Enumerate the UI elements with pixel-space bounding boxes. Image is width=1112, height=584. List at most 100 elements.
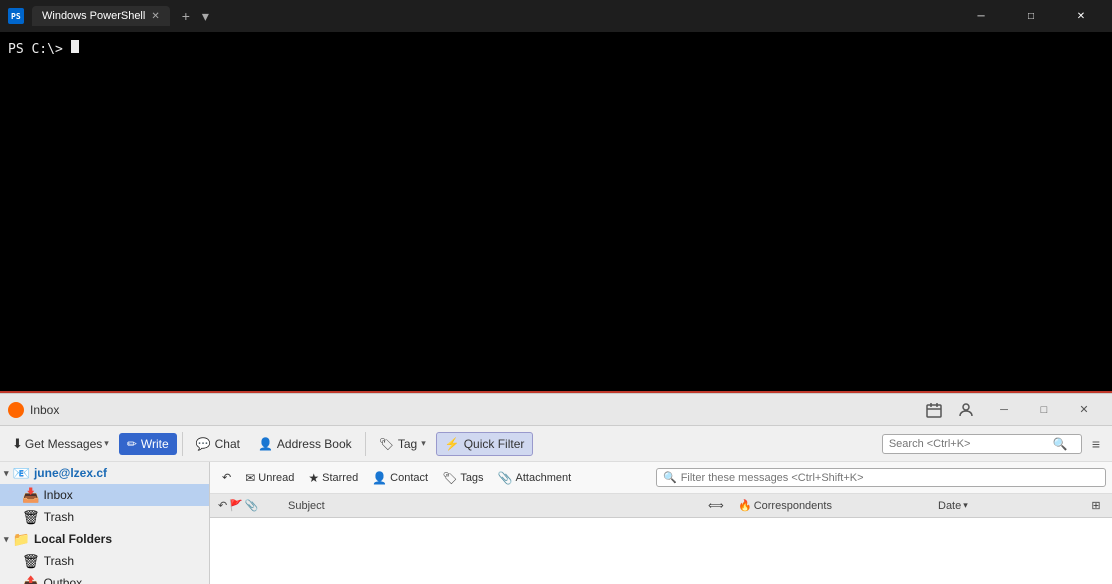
ps-maximize-button[interactable]: □ <box>1008 0 1054 32</box>
ps-content[interactable]: PS C:\> <box>0 32 1112 391</box>
search-input[interactable] <box>889 438 1049 450</box>
unread-icon: ✉ <box>245 471 255 485</box>
ps-tab[interactable]: Windows PowerShell ✕ <box>32 6 170 26</box>
tag-icon: 🏷 <box>379 437 394 451</box>
email-client: Inbox ─ □ ✕ ⬇ Get Messages ▾ ✏ Write <box>0 393 1112 584</box>
tag-button[interactable]: 🏷 Tag ▾ <box>371 433 434 455</box>
get-messages-label: Get Messages <box>25 437 102 451</box>
sidebar-local-folders[interactable]: ▾ 📁 Local Folders <box>0 528 209 550</box>
filter-starred-button[interactable]: ★ Starred <box>302 469 364 487</box>
get-messages-dropdown-icon[interactable]: ▾ <box>104 438 109 449</box>
starred-icon: ★ <box>308 471 319 485</box>
menu-button[interactable]: ≡ <box>1084 432 1108 456</box>
message-list-header: ↶ 🚩 📎 Subject ⟺ 🔥 Correspondents Date ▾ <box>210 494 1112 518</box>
filter-unread-button[interactable]: ✉ Unread <box>239 469 300 487</box>
tag-label: Tag <box>398 437 417 451</box>
trash-icon: 🗑 <box>22 509 40 526</box>
ps-titlebar: PS Windows PowerShell ✕ + ▾ ─ □ ✕ <box>0 0 1112 32</box>
filter-attachment-button[interactable]: 📎 Attachment <box>492 469 578 487</box>
toolbar-separator-2 <box>365 432 366 456</box>
local-folders-label: Local Folders <box>34 532 112 546</box>
correspondents-icon: 🔥 <box>738 499 752 512</box>
msg-col-thread[interactable]: ⟺ <box>704 499 734 512</box>
msg-col-correspondents[interactable]: 🔥 Correspondents <box>734 499 934 512</box>
email-maximize-button[interactable]: □ <box>1024 395 1064 425</box>
address-book-button[interactable]: 👤 Address Book <box>250 433 360 455</box>
ps-tab-dropdown-icon[interactable]: ▾ <box>202 8 209 25</box>
correspondents-col-label: Correspondents <box>754 500 832 512</box>
filter-back-icon: ↶ <box>222 471 231 484</box>
ps-window-controls: ─ □ ✕ <box>958 0 1104 32</box>
filter-contact-button[interactable]: 👤 Contact <box>366 469 434 487</box>
contact-label: Contact <box>390 472 428 484</box>
filter-bar-left: ↶ ✉ Unread ★ Starred 👤 Contact <box>216 469 652 487</box>
chat-label: Chat <box>215 437 240 451</box>
email-minimize-button[interactable]: ─ <box>984 395 1024 425</box>
email-window-controls: ─ □ ✕ <box>984 395 1104 425</box>
filter-search-input[interactable] <box>681 472 1099 484</box>
thunderbird-icon <box>8 402 24 418</box>
filter-bar: ↶ ✉ Unread ★ Starred 👤 Contact <box>210 462 1112 494</box>
local-trash-label: Trash <box>44 554 74 568</box>
quick-filter-icon: ⚡ <box>445 437 460 451</box>
write-button[interactable]: ✏ Write <box>119 433 177 455</box>
ps-prompt: PS C:\> <box>8 42 63 57</box>
ps-close-button[interactable]: ✕ <box>1058 0 1104 32</box>
msg-col-subject[interactable]: Subject <box>284 500 704 512</box>
email-close-button[interactable]: ✕ <box>1064 395 1104 425</box>
email-body: ▾ 📧 june@lzex.cf 📥 Inbox 🗑 Trash ▾ 📁 Loc… <box>0 462 1112 584</box>
toolbar-separator-1 <box>182 432 183 456</box>
powershell-icon: PS <box>8 8 24 24</box>
ps-cursor <box>71 40 79 53</box>
attachment-label: Attachment <box>516 472 572 484</box>
msg-col-icons[interactable]: ↶ 🚩 📎 <box>214 499 284 512</box>
hamburger-icon: ≡ <box>1092 436 1100 452</box>
trash-label: Trash <box>44 510 74 524</box>
search-box[interactable]: 🔍 <box>882 434 1082 454</box>
get-messages-icon: ⬇ <box>12 436 23 452</box>
quick-filter-button[interactable]: ⚡ Quick Filter <box>436 432 534 456</box>
account-icon: 📧 <box>13 465 30 482</box>
sidebar: ▾ 📧 june@lzex.cf 📥 Inbox 🗑 Trash ▾ 📁 Loc… <box>0 462 210 584</box>
email-toolbar: ⬇ Get Messages ▾ ✏ Write 💬 Chat 👤 Addres… <box>0 426 1112 462</box>
sidebar-account[interactable]: ▾ 📧 june@lzex.cf <box>0 462 209 484</box>
message-list-body <box>210 518 1112 584</box>
unread-label: Unread <box>258 472 294 484</box>
sidebar-item-trash[interactable]: 🗑 Trash <box>0 506 209 528</box>
tags-icon: 🏷 <box>442 471 457 485</box>
subject-col-label: Subject <box>288 500 325 512</box>
filter-search-icon: 🔍 <box>663 471 677 484</box>
sort-indicator-icon: ↶ <box>218 499 227 512</box>
date-col-label: Date <box>938 500 961 512</box>
starred-label: Starred <box>322 472 358 484</box>
ps-tab-add-icon[interactable]: + <box>182 8 190 24</box>
write-icon: ✏ <box>127 437 137 451</box>
filter-back-button[interactable]: ↶ <box>216 469 237 486</box>
chat-button[interactable]: 💬 Chat <box>188 433 248 455</box>
local-folders-chevron-icon: ▾ <box>4 534 9 545</box>
local-trash-icon: 🗑 <box>22 553 40 570</box>
ps-minimize-button[interactable]: ─ <box>958 0 1004 32</box>
sidebar-item-local-trash[interactable]: 🗑 Trash <box>0 550 209 572</box>
filter-tags-button[interactable]: 🏷 Tags <box>436 469 489 487</box>
col-options-button[interactable]: ⊞ <box>1084 499 1108 512</box>
powershell-window: PS Windows PowerShell ✕ + ▾ ─ □ ✕ PS C:\… <box>0 0 1112 393</box>
msg-col-date[interactable]: Date ▾ <box>934 500 1084 512</box>
outbox-icon: 📤 <box>22 575 39 584</box>
chat-icon: 💬 <box>196 437 211 451</box>
contacts-icon-btn[interactable] <box>952 396 980 424</box>
flag-col-icon: 🚩 <box>229 499 243 512</box>
get-messages-button[interactable]: ⬇ Get Messages ▾ <box>4 432 117 456</box>
attachment-col-icon: 📎 <box>245 499 259 512</box>
sidebar-item-inbox[interactable]: 📥 Inbox <box>0 484 209 506</box>
col-options-icon: ⊞ <box>1091 499 1100 512</box>
filter-search-box[interactable]: 🔍 <box>656 468 1106 487</box>
ps-tab-close-icon[interactable]: ✕ <box>151 11 159 22</box>
address-book-icon: 👤 <box>258 437 273 451</box>
calendar-icon-btn[interactable] <box>920 396 948 424</box>
tag-dropdown-icon[interactable]: ▾ <box>421 438 426 449</box>
sidebar-item-outbox[interactable]: 📤 Outbox <box>0 572 209 584</box>
local-folders-icon: 📁 <box>13 531 30 548</box>
account-email: june@lzex.cf <box>34 466 107 480</box>
email-titlebar: Inbox ─ □ ✕ <box>0 394 1112 426</box>
